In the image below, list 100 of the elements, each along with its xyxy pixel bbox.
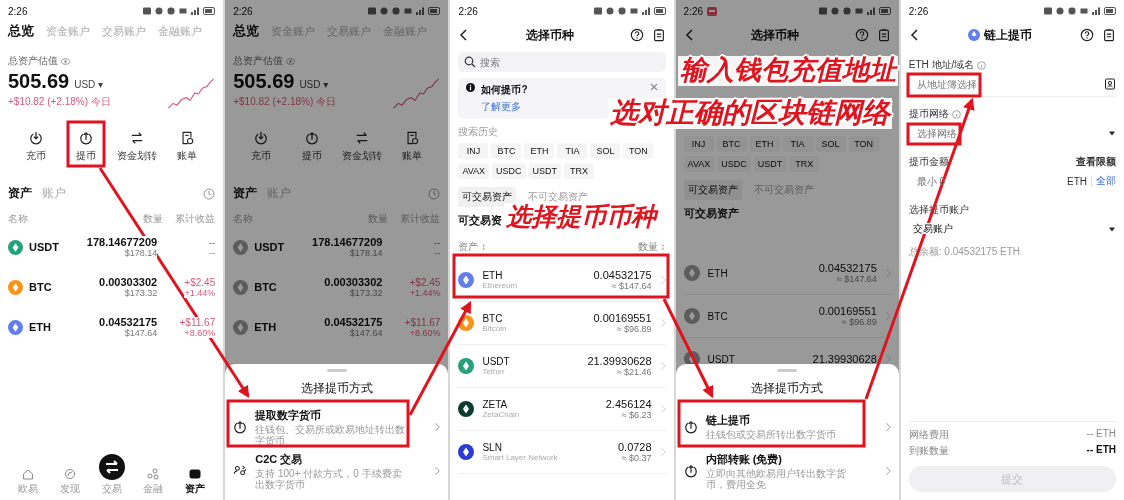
coin-symbol[interactable]: ETH	[482, 270, 586, 281]
home-icon[interactable]	[22, 468, 34, 480]
coin-chip[interactable]: ETH	[524, 143, 555, 159]
coin-chip[interactable]: AVAX	[458, 163, 490, 179]
action-label[interactable]: 账单	[402, 149, 423, 163]
coin-chip[interactable]: BTC	[491, 143, 522, 159]
account-select[interactable]: 交易账户	[908, 217, 1116, 241]
coin-chip[interactable]: TIA	[557, 143, 588, 159]
coin-chip[interactable]: AVAX	[683, 156, 715, 172]
coin-symbol: USDT	[254, 241, 285, 253]
account-tab[interactable]: 总览	[8, 22, 34, 40]
help-icon[interactable]	[1080, 28, 1094, 42]
wallet-icon[interactable]	[189, 468, 202, 480]
deposit-icon[interactable]	[29, 131, 43, 145]
chevron-right-icon	[434, 466, 441, 476]
coin-symbol[interactable]: BTC	[707, 310, 811, 322]
coin-pnl-percent: +1.44%	[409, 287, 441, 298]
search-field[interactable]: 搜索	[458, 52, 666, 72]
back-icon[interactable]	[683, 29, 696, 41]
action-label[interactable]: 充币	[251, 149, 272, 163]
coin-symbol[interactable]: ZETA	[482, 399, 598, 410]
learn-more-link[interactable]: 了解更多	[481, 100, 522, 114]
coin-chip[interactable]: SOL	[590, 143, 621, 159]
action-label[interactable]: 提币	[301, 149, 322, 163]
action-label[interactable]: 充币	[26, 149, 46, 163]
asset-filter-tab[interactable]: 可交易资产	[683, 180, 742, 200]
coin-symbol[interactable]: USDT	[482, 356, 580, 367]
clipboard-icon[interactable]	[876, 28, 891, 42]
withdraw-icon	[79, 131, 94, 145]
coin-chip[interactable]: USDC	[717, 156, 751, 172]
coin-symbol[interactable]: ETH	[707, 267, 811, 279]
withdraw-icon	[304, 131, 319, 145]
highlight-frame	[906, 122, 962, 146]
transfer-icon[interactable]	[355, 131, 369, 145]
nodes-icon[interactable]	[147, 468, 160, 480]
coin-symbol[interactable]: USDT	[707, 353, 805, 365]
daily-change[interactable]: +$10.82 (+2.18%) 今日	[8, 95, 168, 109]
action-label[interactable]: 提币	[76, 149, 97, 163]
sort-amount[interactable]: 数量 ↕	[637, 240, 666, 253]
coin-symbol[interactable]: SLN	[482, 442, 610, 453]
deposit-icon[interactable]	[254, 131, 269, 145]
sort-asset[interactable]: 资产 ↕	[458, 240, 487, 253]
coin-chip[interactable]: TRX	[564, 163, 595, 179]
back-icon[interactable]	[908, 29, 921, 41]
coin-value: $178.14	[349, 248, 383, 258]
coin-icon	[683, 308, 700, 324]
bill-icon[interactable]	[405, 131, 420, 145]
network-select[interactable]: 选择网络	[908, 121, 1116, 145]
dropdown-caret-icon	[1108, 129, 1116, 137]
option-title[interactable]: C2C 交易	[255, 451, 407, 467]
sheet-handle[interactable]	[326, 369, 347, 372]
coin-amount: 2.456124	[605, 398, 652, 410]
sheet-handle[interactable]	[777, 369, 798, 372]
coin-name: Bitcoin	[482, 324, 508, 333]
battery-icon	[878, 7, 891, 15]
action-label[interactable]: 资金划转	[342, 149, 382, 163]
coin-chip[interactable]: INJ	[458, 143, 489, 159]
coin-chip[interactable]: INJ	[683, 136, 714, 152]
amount-field[interactable]: 最小 0	[908, 175, 1063, 187]
section-tab[interactable]: 资产	[8, 185, 32, 202]
coin-symbol[interactable]: BTC	[482, 313, 586, 324]
help-icon[interactable]	[629, 28, 644, 42]
action-label[interactable]: 资金划转	[116, 149, 157, 163]
receive-value: -- ETH	[1086, 444, 1116, 457]
max-button[interactable]: 全部	[1096, 174, 1116, 188]
close-icon[interactable]	[649, 83, 658, 91]
coin-chip[interactable]: TIA	[782, 136, 813, 152]
bill-icon[interactable]	[180, 131, 195, 145]
option-title[interactable]: 提取数字货币	[255, 407, 407, 423]
currency-selector[interactable]: USD ▾	[299, 79, 329, 90]
clipboard-icon[interactable]	[1102, 28, 1116, 42]
option-title[interactable]: 内部转账 (免费)	[705, 451, 857, 467]
coin-chip[interactable]: TON	[848, 136, 879, 152]
clipboard-icon[interactable]	[651, 28, 666, 42]
action-label[interactable]: 账单	[177, 149, 198, 163]
coin-chip[interactable]: USDT	[528, 163, 562, 179]
coin-amount: 0.04532175	[593, 269, 652, 281]
coin-chip[interactable]: USDC	[492, 163, 526, 179]
currency-selector[interactable]: USD ▾	[74, 79, 104, 90]
view-limits-link[interactable]: 查看限额	[1076, 155, 1116, 169]
coin-chip[interactable]: SOL	[815, 136, 846, 152]
account-tab[interactable]: 总览	[233, 22, 260, 40]
nav-label[interactable]: 资产	[185, 482, 206, 496]
option-description: 立即向其他欧易用户转出数字货币，费用全免	[705, 467, 847, 491]
total-value: 505.69	[8, 70, 70, 93]
coin-chip[interactable]: BTC	[716, 136, 747, 152]
coin-chip[interactable]: TON	[623, 143, 654, 159]
help-icon[interactable]	[854, 28, 869, 42]
coin-value: ≈ $147.64	[611, 281, 652, 291]
option-title[interactable]: 链上提币	[705, 413, 857, 429]
section-tab[interactable]: 资产	[233, 185, 258, 202]
compass-icon[interactable]	[63, 468, 76, 480]
coin-chip[interactable]: ETH	[749, 136, 780, 152]
address-book-icon[interactable]	[1104, 78, 1116, 90]
coin-chip[interactable]: TRX	[789, 156, 820, 172]
transfer-icon[interactable]	[129, 131, 144, 145]
address-field[interactable]: 从地址簿选择	[908, 72, 1116, 97]
coin-chip[interactable]: USDT	[753, 156, 787, 172]
status-time: 2:26	[458, 5, 478, 17]
trade-button[interactable]	[98, 454, 125, 480]
